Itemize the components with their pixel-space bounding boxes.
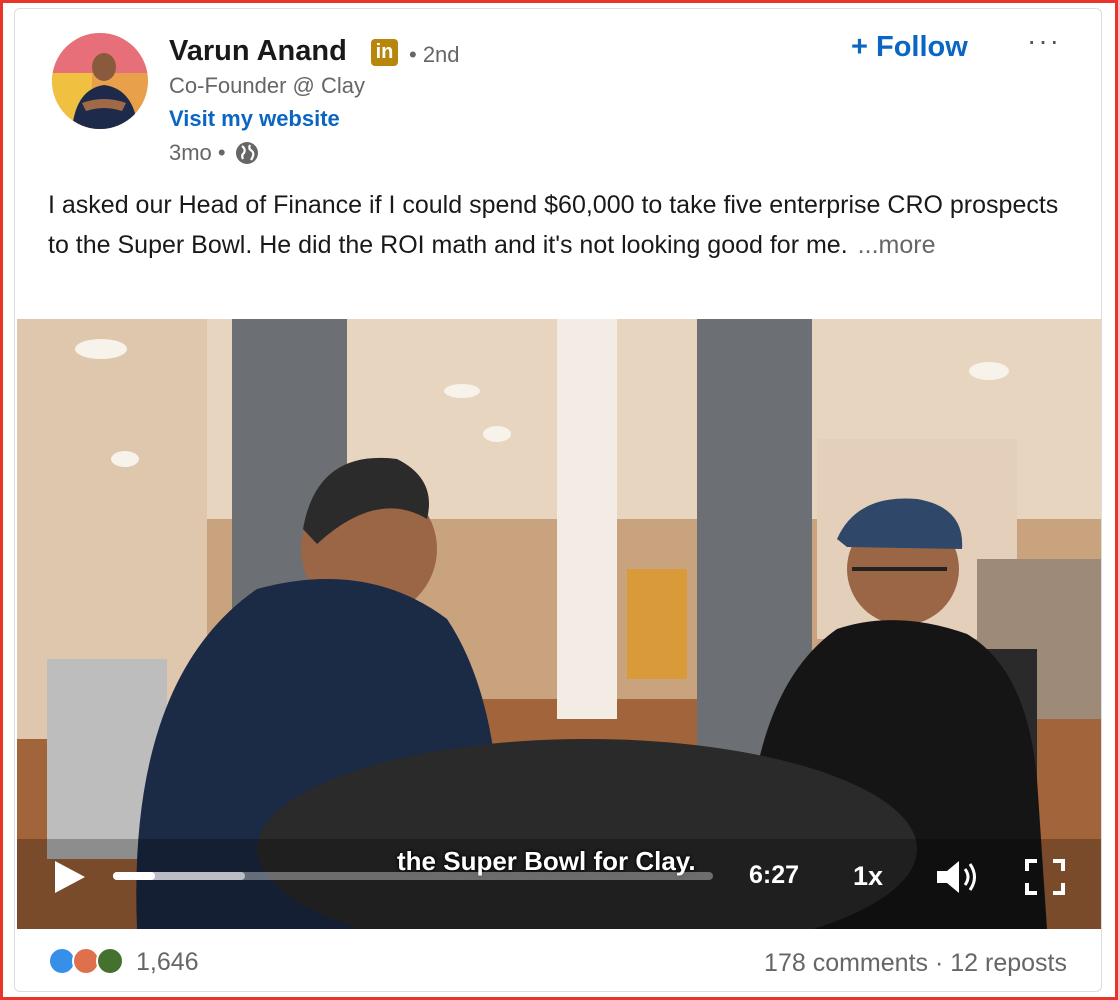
video-progress-fill xyxy=(113,872,155,880)
post-timestamp: 3mo • xyxy=(169,140,226,165)
video-player[interactable]: the Super Bowl for Clay. 6:27 1x xyxy=(17,319,1101,929)
video-frame xyxy=(17,319,1101,929)
social-separator: · xyxy=(934,949,944,977)
more-options-icon[interactable]: ··· xyxy=(1027,25,1061,57)
post-body: I asked our Head of Finance if I could s… xyxy=(48,185,1068,265)
connection-degree: • 2nd xyxy=(409,42,460,67)
author-name[interactable]: Varun Anand xyxy=(169,35,347,68)
linkedin-premium-icon: in xyxy=(371,39,398,66)
author-headline: Co-Founder @ Clay xyxy=(169,73,365,98)
follow-button[interactable]: + Follow xyxy=(851,31,968,64)
playback-speed-button[interactable]: 1x xyxy=(853,861,883,892)
reactions-summary[interactable]: 1,646 xyxy=(48,947,199,977)
video-progress-bar[interactable] xyxy=(113,872,713,880)
fullscreen-icon[interactable] xyxy=(1025,859,1065,895)
volume-icon[interactable] xyxy=(935,857,981,897)
post-card: Varun Anand in • 2nd + Follow ··· Co-Fou… xyxy=(14,8,1102,992)
reaction-count[interactable]: 1,646 xyxy=(136,948,199,977)
visit-website-link[interactable]: Visit my website xyxy=(169,106,340,132)
play-icon[interactable] xyxy=(49,857,89,897)
reposts-count[interactable]: 12 reposts xyxy=(950,949,1067,977)
see-more-link[interactable]: ...more xyxy=(858,231,936,259)
video-time-remaining: 6:27 xyxy=(749,861,800,889)
celebrate-reaction-icon xyxy=(96,947,124,975)
globe-icon xyxy=(234,140,260,166)
author-avatar[interactable] xyxy=(52,33,148,129)
social-counts: 178 comments · 12 reposts xyxy=(764,949,1067,978)
comments-count[interactable]: 178 comments xyxy=(764,949,928,977)
reaction-icons xyxy=(48,947,128,977)
post-meta: 3mo • xyxy=(169,140,260,166)
